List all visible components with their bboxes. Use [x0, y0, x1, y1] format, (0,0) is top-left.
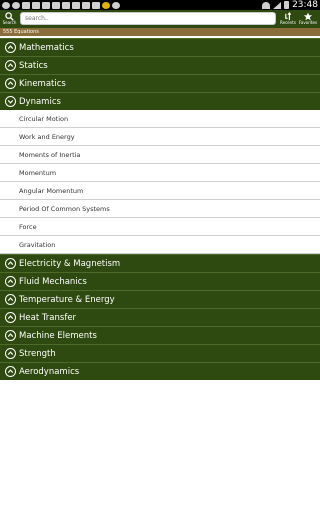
category-row[interactable]: Strength — [0, 344, 320, 362]
chevron-up-icon — [5, 258, 16, 269]
category-row[interactable]: Statics — [0, 56, 320, 74]
category-row[interactable]: Heat Transfer — [0, 308, 320, 326]
chevron-up-icon — [5, 294, 16, 305]
category-label: Strength — [19, 349, 56, 359]
topic-label: Force — [19, 223, 37, 231]
topic-item[interactable]: Moments of Inertia — [0, 146, 320, 164]
category-row[interactable]: Electricity & Magnetism — [0, 254, 320, 272]
topic-item[interactable]: Gravitation — [0, 236, 320, 254]
category-row[interactable]: Temperature & Energy — [0, 290, 320, 308]
category-row[interactable]: Fluid Mechanics — [0, 272, 320, 290]
topic-item[interactable]: Period Of Common Systems — [0, 200, 320, 218]
notification-icon — [62, 1, 70, 9]
topic-item[interactable]: Circular Motion — [0, 110, 320, 128]
topic-item[interactable]: Angular Momentum — [0, 182, 320, 200]
category-list: Mathematics Statics Kinematics Dynamics Circ… — [0, 38, 320, 380]
app-toolbar: Search Recents Favorites — [0, 10, 320, 28]
notification-icon — [32, 1, 40, 9]
search-button[interactable]: Search — [2, 11, 17, 27]
status-bar: 23:48 — [0, 0, 320, 10]
notification-icon — [22, 1, 30, 9]
notification-icon — [12, 1, 20, 9]
clock: 23:48 — [292, 0, 318, 10]
topic-label: Momentum — [19, 169, 57, 177]
notification-icons — [2, 1, 120, 9]
search-input[interactable] — [20, 12, 276, 25]
notification-icon — [72, 1, 80, 9]
equation-count: 555 Equations — [0, 28, 320, 36]
topic-item[interactable]: Force — [0, 218, 320, 236]
category-row[interactable]: Kinematics — [0, 74, 320, 92]
category-row[interactable]: Aerodynamics — [0, 362, 320, 380]
wifi-icon — [262, 1, 271, 9]
chevron-up-icon — [5, 330, 16, 341]
category-label: Dynamics — [19, 97, 61, 107]
notification-icon — [52, 1, 60, 9]
category-label: Statics — [19, 61, 48, 71]
favorites-button[interactable]: Favorites — [299, 11, 317, 27]
chevron-up-icon — [5, 78, 16, 89]
recents-button[interactable]: Recents — [279, 11, 297, 27]
category-label: Electricity & Magnetism — [19, 259, 121, 269]
notification-icon — [112, 1, 120, 9]
category-label: Mathematics — [19, 43, 74, 53]
category-label: Heat Transfer — [19, 313, 77, 323]
topic-label: Work and Energy — [19, 133, 75, 141]
category-label: Kinematics — [19, 79, 66, 89]
category-row[interactable]: Mathematics — [0, 38, 320, 56]
notification-icon — [42, 1, 50, 9]
category-label: Aerodynamics — [19, 367, 80, 377]
signal-icon — [273, 1, 282, 9]
chevron-up-icon — [5, 276, 16, 287]
topic-item[interactable]: Momentum — [0, 164, 320, 182]
notification-icon — [82, 1, 90, 9]
category-label: Machine Elements — [19, 331, 97, 341]
notification-icon — [102, 1, 110, 9]
category-label: Fluid Mechanics — [19, 277, 87, 287]
battery-icon — [284, 1, 290, 9]
notification-icon — [2, 1, 10, 9]
category-row[interactable]: Machine Elements — [0, 326, 320, 344]
topic-label: Period Of Common Systems — [19, 205, 110, 213]
topic-item[interactable]: Work and Energy — [0, 128, 320, 146]
topic-label: Circular Motion — [19, 115, 69, 123]
chevron-up-icon — [5, 60, 16, 71]
chevron-up-icon — [5, 366, 16, 377]
notification-icon — [92, 1, 100, 9]
category-row[interactable]: Dynamics — [0, 92, 320, 110]
chevron-down-icon — [5, 96, 16, 107]
topic-label: Angular Momentum — [19, 187, 84, 195]
favorites-caption: Favorites — [299, 20, 318, 25]
chevron-up-icon — [5, 42, 16, 53]
chevron-up-icon — [5, 312, 16, 323]
search-caption: Search — [2, 20, 17, 25]
category-label: Temperature & Energy — [19, 295, 115, 305]
topic-label: Moments of Inertia — [19, 151, 81, 159]
recents-caption: Recents — [280, 20, 296, 25]
topic-label: Gravitation — [19, 241, 56, 249]
chevron-up-icon — [5, 348, 16, 359]
